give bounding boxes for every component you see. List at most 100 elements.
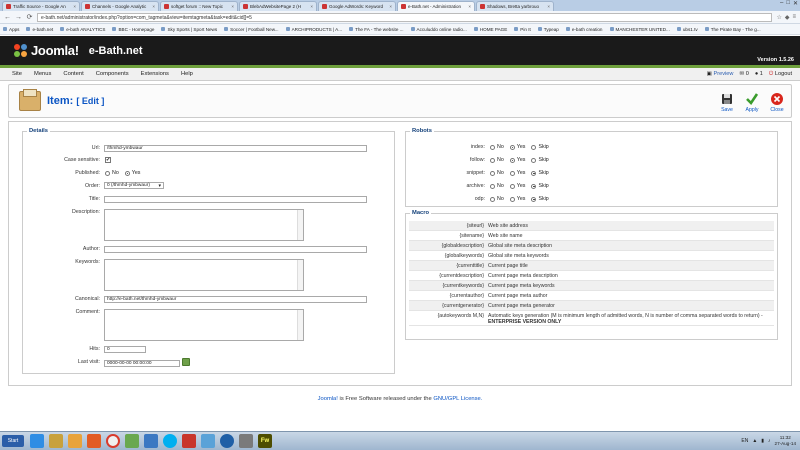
bookmark-item[interactable]: Pin It	[514, 27, 531, 32]
robots-option[interactable]: Skip	[531, 144, 549, 150]
bookmark-item[interactable]: e-bath.net	[26, 27, 53, 32]
robots-option[interactable]: No	[490, 157, 504, 163]
robots-radio[interactable]	[490, 144, 495, 150]
order-select[interactable]: 0 (/thmhd-ymbwaur)	[104, 182, 164, 189]
joomla-footer-link[interactable]: Joomla!	[318, 396, 338, 402]
bookmark-item[interactable]: BBC - Homepage	[112, 27, 154, 32]
robots-radio[interactable]	[490, 157, 495, 163]
robots-option[interactable]: No	[490, 144, 504, 150]
description-textarea[interactable]	[104, 209, 304, 241]
menu-menus[interactable]: Menus	[34, 71, 51, 77]
robots-option[interactable]: Yes	[509, 183, 525, 189]
robots-radio[interactable]	[509, 183, 515, 189]
network-icon[interactable]: ▮	[761, 438, 764, 444]
bookmark-item[interactable]: Sky Sports | Sport News	[161, 27, 217, 32]
extension-icon[interactable]: ◆	[785, 14, 790, 21]
save-button[interactable]: Save	[716, 92, 738, 113]
robots-radio[interactable]	[490, 196, 495, 202]
volume-icon[interactable]: ♪	[768, 438, 771, 444]
browser-tab[interactable]: e-Bath.net - Administration ×	[397, 1, 475, 11]
bookmark-item[interactable]: Typeap	[537, 27, 559, 32]
robots-radio[interactable]	[509, 157, 515, 163]
robots-option[interactable]: Yes	[509, 157, 525, 163]
menu-site[interactable]: Site	[12, 71, 22, 77]
bookmark-item[interactable]: HOME PAGE	[473, 27, 507, 32]
reload-icon[interactable]: ⟳	[26, 13, 33, 21]
bookmark-item[interactable]: The FA - The website ...	[349, 27, 404, 32]
browser-tab[interactable]: Google AdWords: Keyword ×	[318, 1, 396, 11]
tab-close-icon[interactable]: ×	[152, 4, 155, 9]
robots-radio[interactable]	[490, 183, 495, 189]
bookmark-item[interactable]: The Pirate Bay - The g...	[704, 27, 761, 32]
robots-radio[interactable]	[509, 196, 515, 202]
title-input[interactable]	[104, 196, 367, 203]
menu-components[interactable]: Components	[96, 71, 129, 77]
robots-option[interactable]: Skip	[531, 170, 549, 176]
close-button[interactable]: Close	[766, 92, 788, 113]
explorer-icon[interactable]	[49, 434, 63, 448]
apply-button[interactable]: Apply	[741, 92, 763, 113]
globe-icon[interactable]	[220, 434, 234, 448]
robots-option[interactable]: No	[490, 183, 504, 189]
maximize-icon[interactable]: □	[786, 0, 790, 7]
tab-close-icon[interactable]: ×	[231, 4, 234, 9]
pdf-icon[interactable]	[182, 434, 196, 448]
keywords-textarea[interactable]	[104, 259, 304, 291]
robots-option[interactable]: Skip	[531, 183, 549, 189]
robots-radio[interactable]	[509, 144, 515, 150]
robots-option[interactable]: Yes	[509, 196, 525, 202]
url-field[interactable]: e-bath.net/administrator/index.php?optio…	[37, 12, 773, 22]
browser-tab[interactable]: BlebAdWebsitePage 2 (H ×	[239, 1, 317, 11]
robots-radio[interactable]	[509, 170, 515, 176]
logout-link[interactable]: ⏻ Logout	[769, 71, 792, 78]
minimize-icon[interactable]: –	[780, 0, 783, 7]
robots-radio[interactable]	[531, 144, 537, 150]
published-yes-option[interactable]: Yes	[124, 170, 140, 176]
robots-radio[interactable]	[531, 170, 537, 176]
bookmark-item[interactable]: Acculuddo online radio...	[410, 27, 467, 32]
tab-close-icon[interactable]: ×	[389, 4, 392, 9]
star-icon[interactable]: ☆	[776, 14, 781, 21]
published-no-option[interactable]: No	[105, 170, 119, 176]
case-sensitive-checkbox[interactable]: ✔	[105, 157, 111, 163]
bookmark-item[interactable]: ARCHIPRODUCTS | A...	[285, 27, 342, 32]
back-icon[interactable]: ←	[4, 14, 11, 21]
robots-radio[interactable]	[531, 183, 537, 189]
close-window-icon[interactable]: ✕	[793, 0, 798, 7]
tab-close-icon[interactable]: ×	[73, 4, 76, 9]
robots-option[interactable]: No	[490, 170, 504, 176]
published-yes-radio[interactable]	[124, 170, 130, 176]
folder-icon[interactable]	[68, 434, 82, 448]
word-icon[interactable]	[144, 434, 158, 448]
robots-radio[interactable]	[490, 170, 495, 176]
bookmark-item[interactable]: Apps	[3, 27, 19, 32]
apps-grid-icon[interactable]	[125, 434, 139, 448]
robots-option[interactable]: Yes	[509, 170, 525, 176]
published-no-radio[interactable]	[105, 170, 110, 176]
menu-icon[interactable]: ≡	[792, 14, 796, 21]
messages-link[interactable]: ✉ 0	[739, 71, 748, 78]
menu-content[interactable]: Content	[63, 71, 83, 77]
menu-help[interactable]: Help	[181, 71, 193, 77]
preview-link[interactable]: ▣ Preview	[707, 71, 734, 78]
bookmark-item[interactable]: e-bath ANALYTICS	[60, 27, 105, 32]
settings-app-icon[interactable]	[239, 434, 253, 448]
calendar-icon[interactable]	[182, 358, 190, 366]
language-indicator[interactable]: EN	[741, 438, 748, 444]
license-link[interactable]: GNU/GPL License.	[433, 396, 482, 402]
start-button[interactable]: Start	[2, 435, 24, 447]
robots-option[interactable]: No	[490, 196, 504, 202]
robots-radio[interactable]	[531, 157, 537, 163]
last-visit-input[interactable]: 0000-00-00 00:00:00	[104, 360, 180, 367]
tray-flag-icon[interactable]: ▲	[752, 438, 757, 444]
chrome-icon[interactable]	[106, 434, 120, 448]
robots-option[interactable]: Yes	[509, 144, 525, 150]
clock[interactable]: 11:32 27-Aug-14	[775, 435, 796, 447]
hits-input[interactable]: 0	[104, 346, 146, 353]
browser-tab[interactable]: Shadows, Bretta yarbrouo ×	[476, 1, 554, 11]
url-input[interactable]: /thmhd-ymbwaur	[104, 145, 367, 152]
browser-tab[interactable]: softget forum :: New Topic ×	[160, 1, 238, 11]
skype-icon[interactable]	[163, 434, 177, 448]
bookmark-item[interactable]: ubs1.tv	[676, 27, 698, 32]
bookmark-item[interactable]: e-bath creation	[565, 27, 603, 32]
